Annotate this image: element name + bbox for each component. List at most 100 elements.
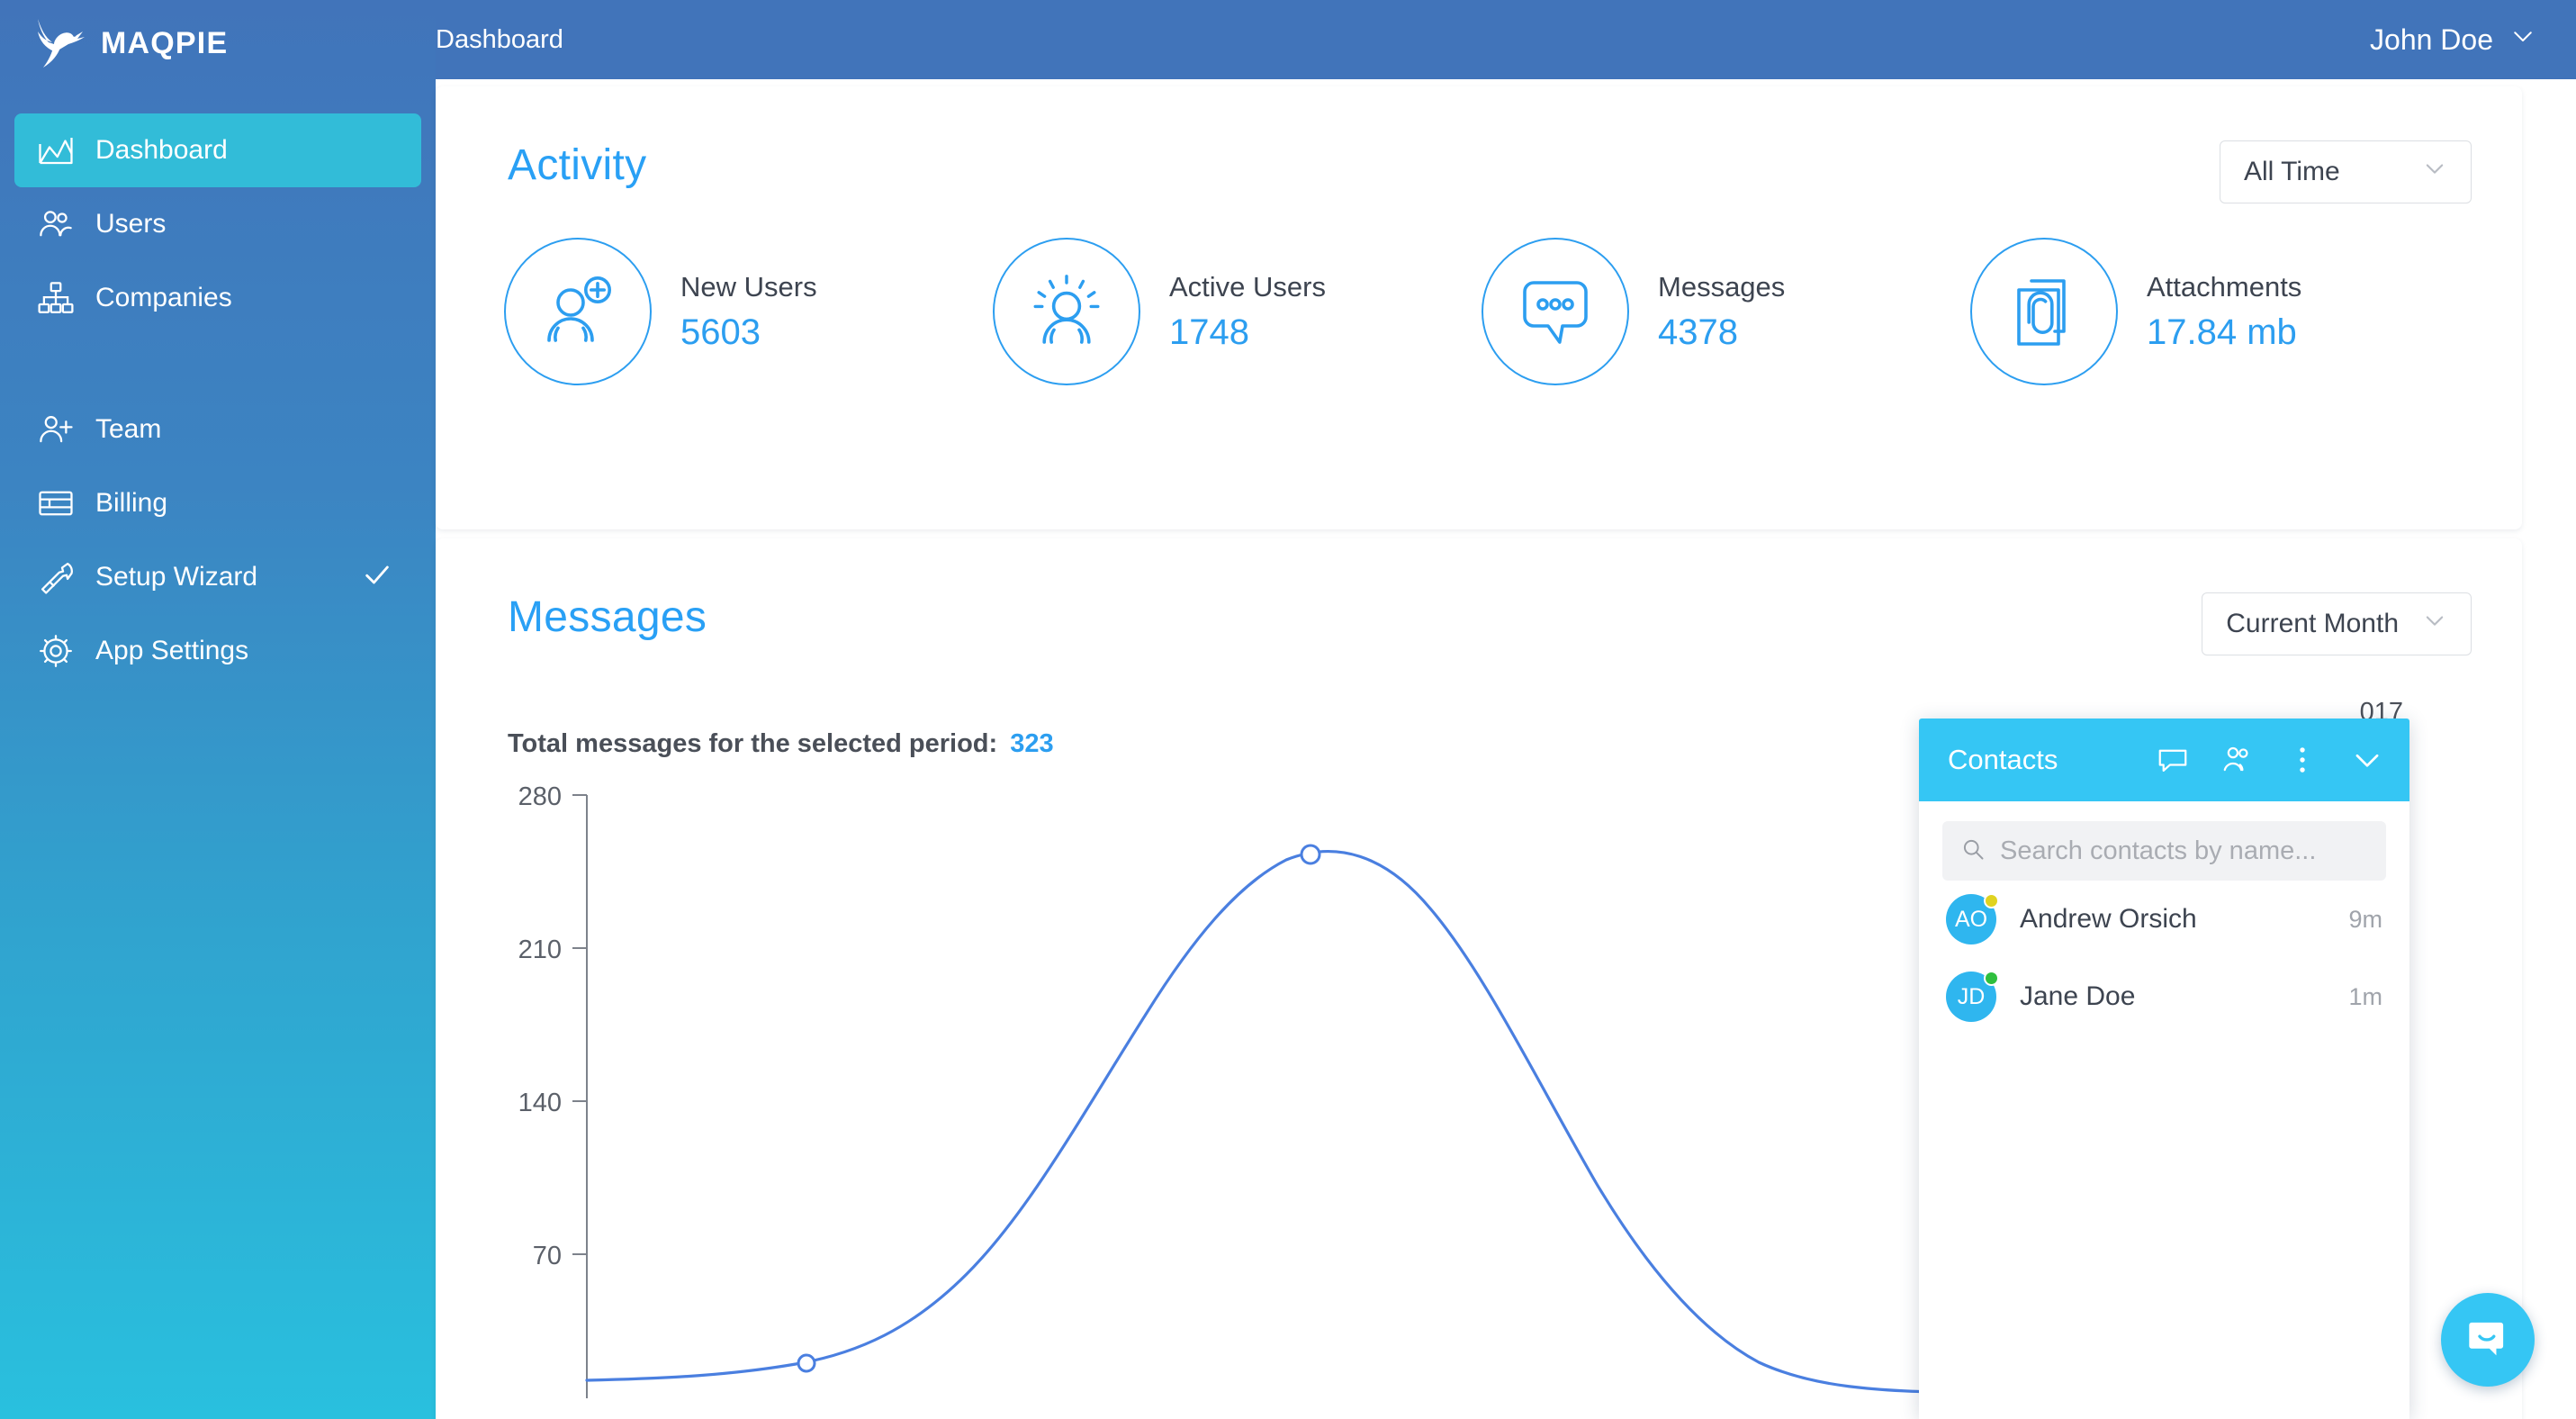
search-input[interactable] [2000,836,2368,866]
status-dot-online [1984,971,1999,986]
stat-label: Attachments [2147,271,2301,303]
chart-point-marker[interactable] [1302,845,1320,863]
activity-stats: New Users 5603 [436,203,2522,385]
status-dot-away [1984,893,1999,908]
y-tick-label: 70 [533,1242,562,1270]
messages-card-header: Messages Current Month [436,538,2522,655]
contact-list-item[interactable]: JD Jane Doe 1m [1919,958,2409,1035]
wrench-icon [36,557,76,597]
sidebar-item-label: Billing [95,488,167,519]
stat-label: Active Users [1169,271,1326,303]
search-icon [1960,836,1986,866]
sidebar-item-label: Dashboard [95,135,228,166]
paperclip-file-icon [1970,238,2118,385]
stat-messages: Messages 4378 [1482,238,1970,385]
activity-period-value: All Time [2244,157,2340,187]
stat-active-users: Active Users 1748 [993,238,1482,385]
sidebar-item-dashboard[interactable]: Dashboard [14,113,421,187]
sidebar-item-team[interactable]: Team [14,393,421,466]
contacts-title: Contacts [1948,744,2156,776]
chat-bubble-icon [1482,238,1629,385]
sidebar-item-users[interactable]: Users [14,187,421,261]
sidebar-item-label: Team [95,414,161,445]
chevron-down-icon [2422,608,2447,640]
chat-bubble-icon[interactable] [2156,743,2190,777]
contact-list-item[interactable]: AO Andrew Orsich 9m [1919,881,2409,958]
y-tick-label: 140 [518,1089,562,1117]
contacts-search[interactable] [1942,821,2386,881]
activity-card-header: Activity All Time [436,86,2522,203]
total-messages-label: Total messages for the selected period: [508,729,997,758]
contact-name: Jane Doe [2020,981,2325,1012]
y-tick-label: 280 [518,782,562,811]
user-active-icon [993,238,1140,385]
chart-point-marker[interactable] [798,1355,815,1371]
user-add-icon [504,238,652,385]
contacts-panel: Contacts [1919,719,2409,1419]
avatar: JD [1946,972,1996,1022]
activity-period-select[interactable]: All Time [2220,140,2472,203]
user-menu[interactable]: John Doe [2370,23,2536,57]
people-icon[interactable] [2220,743,2255,777]
y-axis-ticks: 280 210 140 70 [518,782,587,1270]
magpie-bird-logo-icon [32,17,88,69]
users-icon [36,204,76,244]
sidebar-item-label: Companies [95,283,232,313]
stat-text: Attachments 17.84 mb [2147,271,2301,353]
stat-text: Active Users 1748 [1169,271,1326,353]
sidebar-item-app-settings[interactable]: App Settings [14,614,421,688]
chevron-down-icon [2509,23,2536,57]
stat-text: New Users 5603 [680,271,817,353]
sidebar-item-companies[interactable]: Companies [14,261,421,335]
brand-logo[interactable]: MAQPIE [0,0,436,86]
check-icon [362,560,392,595]
stat-value: 4378 [1658,312,1785,353]
breadcrumb[interactable]: Dashboard [436,25,563,55]
chart-area-icon [36,131,76,170]
contact-time: 9m [2348,906,2382,934]
messages-period-value: Current Month [2226,609,2399,639]
chat-smile-icon [2463,1314,2512,1367]
credit-card-icon [36,484,76,523]
messages-title: Messages [508,592,707,642]
chevron-down-icon[interactable] [2350,743,2384,777]
contact-name: Andrew Orsich [2020,904,2325,935]
contacts-panel-header: Contacts [1919,719,2409,801]
top-bar: Dashboard John Doe [436,0,2576,79]
brand-name: MAQPIE [101,26,228,61]
total-messages-value: 323 [1010,729,1053,758]
more-vertical-icon[interactable] [2285,743,2319,777]
org-chart-icon [36,278,76,318]
sidebar-item-label: Users [95,209,166,240]
chat-launcher-button[interactable] [2441,1293,2535,1387]
activity-title: Activity [508,140,646,190]
stat-attachments: Attachments 17.84 mb [1970,238,2459,385]
messages-period-select[interactable]: Current Month [2202,592,2472,655]
gear-icon [36,631,76,671]
avatar: AO [1946,894,1996,944]
stat-new-users: New Users 5603 [504,238,993,385]
stat-value: 17.84 mb [2147,312,2301,353]
sidebar-divider-space [0,335,436,393]
stat-value: 1748 [1169,312,1326,353]
user-plus-icon [36,410,76,449]
activity-card: Activity All Time [436,86,2522,529]
sidebar-item-label: App Settings [95,636,248,666]
user-name: John Doe [2370,23,2493,57]
sidebar-item-setup-wizard[interactable]: Setup Wizard [14,540,421,614]
dashboard-page: MAQPIE Dashboard [0,0,2576,1419]
stat-text: Messages 4378 [1658,271,1785,353]
y-tick-label: 210 [518,935,562,964]
sidebar: MAQPIE Dashboard [0,0,436,1419]
contacts-header-actions [2156,743,2384,777]
avatar-initials: JD [1958,984,1986,1010]
contact-time: 1m [2348,983,2382,1011]
contacts-list: AO Andrew Orsich 9m JD Jane Doe 1m [1919,881,2409,1035]
stat-label: Messages [1658,271,1785,303]
avatar-initials: AO [1955,907,1987,933]
sidebar-nav: Dashboard Users [0,113,436,688]
chevron-down-icon [2422,156,2447,188]
stat-label: New Users [680,271,817,303]
stat-value: 5603 [680,312,817,353]
sidebar-item-billing[interactable]: Billing [14,466,421,540]
